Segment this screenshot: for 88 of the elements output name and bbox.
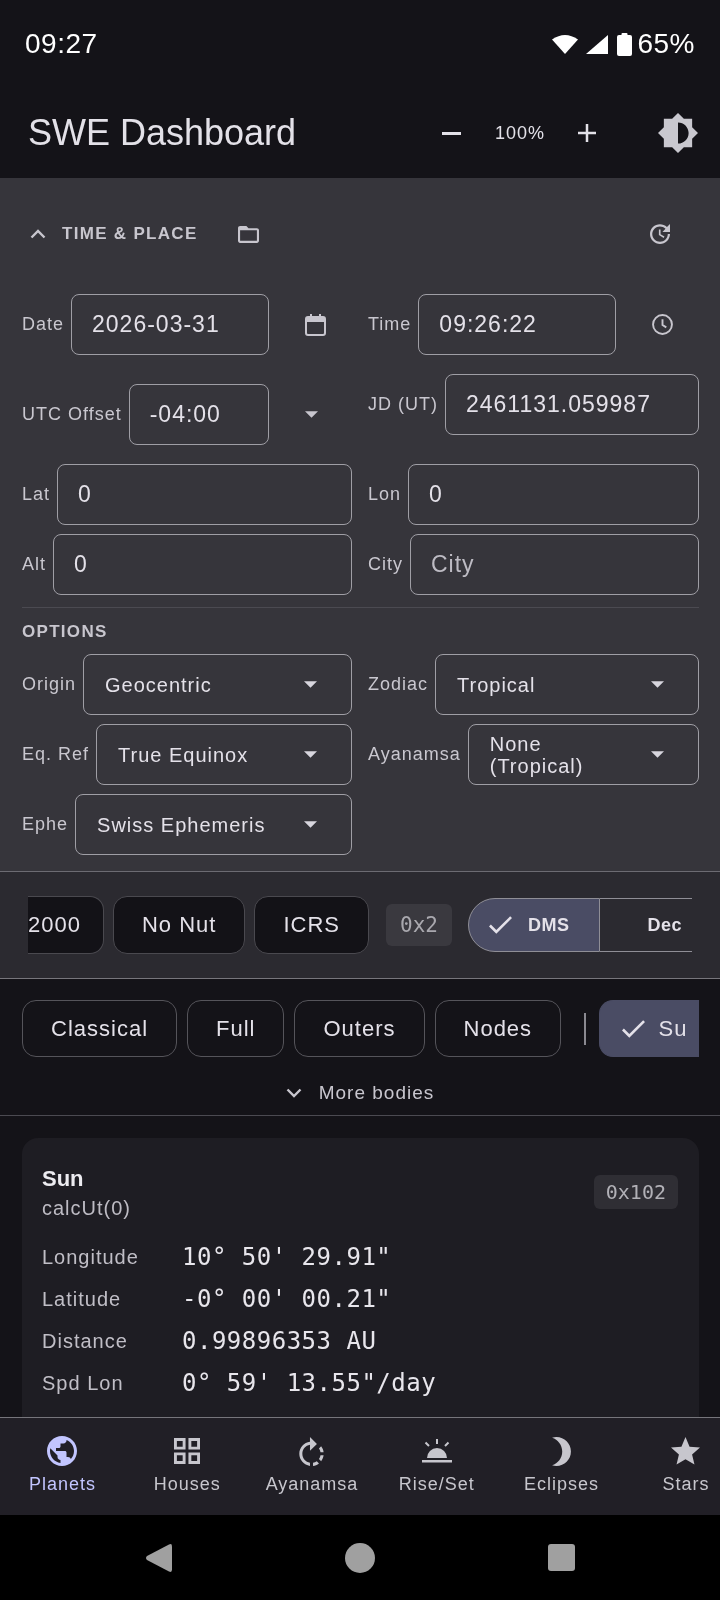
caret-down-icon[interactable] [305,411,318,418]
field-label: Eq. Ref [22,744,90,765]
nav-item[interactable]: Eclipses [499,1418,624,1515]
row-value: 0° 59' 13.55"/day [182,1369,437,1397]
check-icon [621,1019,645,1038]
caret-down-icon [304,821,317,828]
text-field[interactable]: 0 [408,464,699,525]
call-text: calcUt(0) [42,1196,131,1221]
field-label: Lon [368,484,402,505]
field-label: City [368,554,403,575]
text-field[interactable]: 0 [57,464,352,525]
nav-item[interactable]: Rise/Set [374,1418,500,1515]
offset-field[interactable]: -04:00 [128,384,269,445]
preset-button[interactable]: Full [187,1000,285,1057]
row-value: 10° 50' 29.91" [182,1243,392,1271]
row-label: Longitude [42,1245,140,1269]
field-label: UTC Offset [22,404,122,425]
sunrise-icon [421,1439,452,1463]
row-value: -0° 00' 00.21" [182,1285,392,1313]
field-label: Zodiac [368,674,429,695]
chevron-up-icon[interactable] [30,229,46,239]
battery-icon [617,32,633,56]
home-icon[interactable] [345,1542,375,1573]
field-label: Alt [22,554,46,575]
back-icon[interactable] [145,1542,172,1573]
preset-button[interactable]: Classical [22,1000,178,1057]
preset-button[interactable]: Nodes [434,1000,562,1057]
caret-down-icon [651,751,664,758]
flags-value: 0x102 [593,1175,678,1209]
field-label: Origin [22,674,76,695]
preset-button[interactable]: Outers [294,1000,425,1057]
filter-chip[interactable]: 2000 [28,896,104,954]
nav-item[interactable]: Planets [0,1418,125,1515]
nav-item[interactable]: Houses [124,1418,250,1515]
signal-icon [586,34,609,54]
dropdown-field[interactable]: Tropical [435,654,699,715]
body-name: Sun [42,1166,85,1192]
filter-chip[interactable]: ICRS [254,896,369,954]
field-label: Time [368,314,412,335]
filter-chip[interactable]: No Nut [112,896,246,954]
dropdown-field[interactable]: Geocentric [83,654,352,715]
caret-down-icon [304,681,317,688]
caret-down-icon [304,751,317,758]
section-title: OPTIONS [22,621,109,642]
row-label: Spd Lon [42,1371,125,1395]
field-label: Ephe [22,814,69,835]
status-time: 09:27 [25,28,98,60]
text-field[interactable]: City [410,534,699,595]
zoom-level: 100% [494,122,545,144]
text-field[interactable]: 2461131.059987 [445,374,699,435]
caret-down-icon [651,681,664,688]
field-label: Date [22,314,65,335]
folder-icon[interactable] [237,225,259,243]
row-value: 0.99896353 AU [182,1327,377,1355]
field-label: Lat [22,484,51,505]
row-label: Distance [42,1329,129,1353]
segment-button[interactable]: DMS [467,898,601,952]
filter-chip[interactable]: Su [598,1000,699,1057]
row-label: Latitude [42,1287,123,1311]
brightness-icon[interactable] [658,113,698,153]
dropdown-field[interactable]: Swiss Ephemeris [75,794,352,855]
check-icon [488,916,512,934]
flags-value: 0x2 [386,904,452,946]
time-field[interactable]: 09:26:22 [418,294,616,355]
crescent-moon-icon [552,1436,572,1466]
grid-icon [174,1438,201,1464]
rotate-icon [299,1436,325,1466]
date-field[interactable]: 2026-03-31 [71,294,269,355]
plus-icon[interactable] [578,124,596,142]
app-title: SWE Dashboard [28,112,298,154]
wifi-icon [552,34,579,54]
section-title: TIME & PLACE [62,224,198,244]
nav-item[interactable]: Ayanamsa [249,1418,375,1515]
star-icon [671,1437,701,1465]
dropdown-field[interactable]: None (Tropical) [467,724,699,785]
nav-item[interactable]: Stars [624,1418,720,1515]
clock-refresh-icon[interactable] [650,224,670,244]
dropdown-field[interactable]: True Equinox [96,724,352,785]
text-field[interactable]: 0 [53,534,352,595]
field-label: Ayanamsa [368,744,461,765]
field-label: JD (UT) [368,394,438,415]
minus-icon[interactable] [441,131,461,135]
calendar-icon[interactable] [305,313,326,336]
more-button[interactable]: More bodies [285,1071,435,1115]
segment-button[interactable]: Dec [600,898,692,952]
globe-icon [47,1436,78,1466]
battery-percent: 65% [637,28,695,60]
clock-icon[interactable] [652,314,673,335]
